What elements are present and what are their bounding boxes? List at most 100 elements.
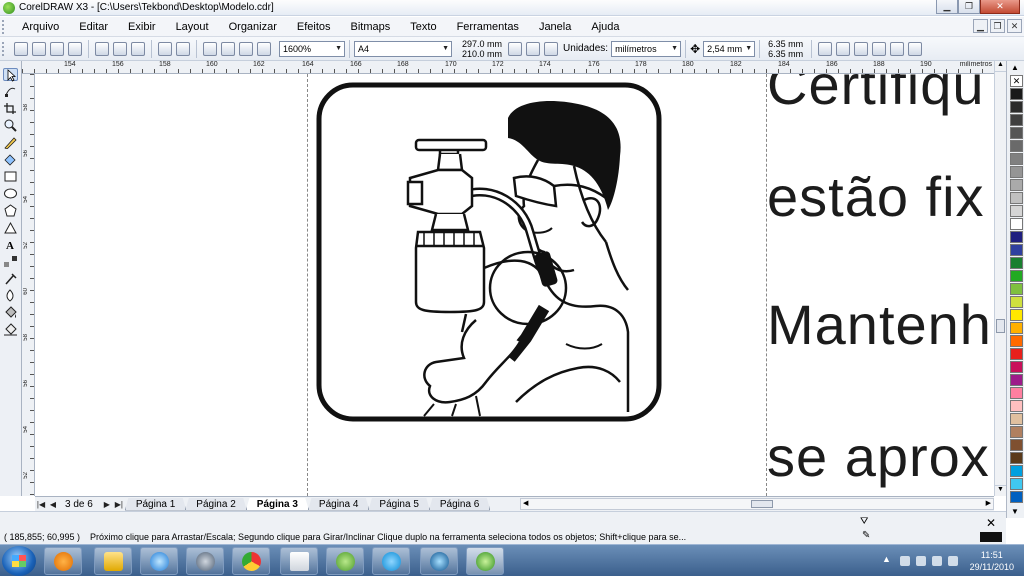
page-tab-5[interactable]: Página 5 [368, 497, 430, 511]
chrome-icon[interactable] [232, 547, 270, 575]
application-launcher-icon[interactable] [239, 41, 253, 56]
pick-tool-icon[interactable] [3, 68, 18, 82]
drawing-canvas[interactable]: Certifiqu estão fix Mantenh se aprox [35, 74, 994, 496]
menu-layout[interactable]: Layout [166, 17, 219, 37]
contacts-icon[interactable] [326, 547, 364, 575]
paper-size-combo[interactable]: A4 [354, 40, 452, 57]
windows-explorer-icon[interactable] [94, 547, 132, 575]
interactive-blend-tool-icon[interactable] [3, 255, 18, 268]
next-page-icon[interactable]: ▶ [101, 500, 113, 509]
palette-swatch[interactable] [1010, 192, 1023, 204]
canvas-text-line[interactable]: Certifiqu [767, 74, 985, 117]
palette-swatch[interactable] [1010, 218, 1023, 230]
palette-swatch[interactable] [1010, 348, 1023, 360]
undo-icon[interactable] [158, 41, 172, 56]
volume-icon[interactable] [932, 556, 942, 566]
restore-button[interactable]: ❐ [958, 0, 980, 14]
menu-organizar[interactable]: Organizar [219, 17, 287, 37]
treat-as-filled-icon[interactable] [836, 41, 851, 56]
fill-tool-icon[interactable] [3, 306, 18, 319]
menu-editar[interactable]: Editar [69, 17, 118, 37]
network-icon[interactable] [916, 556, 926, 566]
import-icon[interactable] [203, 41, 217, 56]
palette-swatch[interactable] [1010, 478, 1023, 490]
text-tool-icon[interactable]: A [3, 238, 18, 252]
page-tab-6[interactable]: Página 6 [428, 497, 491, 511]
palette-swatch[interactable] [1010, 166, 1023, 178]
fill-outline-indicator[interactable]: ✕ [980, 517, 1002, 542]
page-tab-1[interactable]: Página 1 [124, 497, 187, 511]
zoom-tool-icon[interactable] [3, 119, 18, 132]
palette-swatch[interactable] [1010, 387, 1023, 399]
export-icon[interactable] [221, 41, 235, 56]
close-button[interactable]: ✕ [980, 0, 1020, 14]
coreldraw-app-icon[interactable] [3, 1, 15, 14]
ellipse-tool-icon[interactable] [3, 187, 18, 200]
copy-icon[interactable] [113, 41, 127, 56]
palette-swatch[interactable] [1010, 322, 1023, 334]
page-width-field[interactable]: 297.0 mm [462, 39, 502, 49]
action-center-icon[interactable] [948, 556, 958, 566]
internet-explorer-icon[interactable] [140, 547, 178, 575]
palette-swatch[interactable] [1010, 296, 1023, 308]
save-icon[interactable] [50, 41, 64, 56]
interactive-fill-tool-icon[interactable] [3, 323, 18, 336]
crop-tool-icon[interactable] [3, 102, 18, 115]
scroll-thumb[interactable] [751, 500, 773, 508]
clock[interactable]: 11:51 29/11/2010 [970, 549, 1014, 573]
page-options-icon[interactable] [872, 41, 887, 56]
landscape-icon[interactable] [526, 41, 541, 56]
palette-swatch[interactable] [1010, 231, 1023, 243]
toolbar-grip[interactable] [2, 41, 6, 56]
palette-scroll-down-icon[interactable]: ▼ [1011, 507, 1019, 516]
palette-swatch[interactable] [1010, 88, 1023, 100]
open-icon[interactable] [32, 41, 46, 56]
first-page-icon[interactable]: |◀ [35, 500, 47, 509]
draw-objects-icon[interactable] [854, 41, 869, 56]
palette-swatch[interactable] [1010, 205, 1023, 217]
units-combo[interactable]: milímetros [611, 40, 682, 57]
menu-exibir[interactable]: Exibir [118, 17, 166, 37]
palette-swatch[interactable] [1010, 179, 1023, 191]
snap-icon[interactable] [818, 41, 833, 56]
scroll-left-icon[interactable]: ◀ [523, 499, 528, 507]
fax-scan-icon[interactable] [280, 547, 318, 575]
menu-texto[interactable]: Texto [400, 17, 446, 37]
polygon-tool-icon[interactable] [3, 204, 18, 217]
no-color-swatch-icon[interactable]: ✕ [1010, 75, 1023, 87]
freehand-tool-icon[interactable] [3, 136, 18, 150]
menu-ferramentas[interactable]: Ferramentas [447, 17, 529, 37]
cut-icon[interactable] [95, 41, 109, 56]
palette-swatch[interactable] [1010, 426, 1023, 438]
palette-swatch[interactable] [1010, 257, 1023, 269]
page-tab-2[interactable]: Página 2 [185, 497, 247, 511]
canvas-text-line[interactable]: estão fix [767, 164, 985, 229]
coreldraw-taskbar-icon[interactable] [466, 547, 504, 575]
canvas-text-line[interactable]: se aprox [767, 424, 990, 489]
scroll-down-icon[interactable]: ▼ [995, 485, 1006, 496]
palette-swatch[interactable] [1010, 491, 1023, 503]
horizontal-scrollbar[interactable]: ◀ ▶ [520, 498, 994, 510]
palette-swatch[interactable] [1010, 465, 1023, 477]
safety-pictogram[interactable] [316, 82, 662, 422]
palette-swatch[interactable] [1010, 452, 1023, 464]
windows-media-player-icon[interactable] [44, 547, 82, 575]
menu-grip[interactable] [2, 19, 6, 34]
scroll-thumb[interactable] [996, 319, 1005, 333]
tray-app-icon[interactable] [900, 556, 910, 566]
paste-icon[interactable] [131, 41, 145, 56]
palette-swatch[interactable] [1010, 114, 1023, 126]
smart-fill-tool-icon[interactable] [3, 153, 18, 166]
palette-swatch[interactable] [1010, 413, 1023, 425]
page-tab-4[interactable]: Página 4 [307, 497, 370, 511]
messenger-icon[interactable] [186, 547, 224, 575]
menu-ajuda[interactable]: Ajuda [581, 17, 629, 37]
options-icon[interactable] [908, 41, 923, 56]
palette-swatch[interactable] [1010, 283, 1023, 295]
vertical-scrollbar[interactable]: ▲ ▼ [994, 61, 1006, 496]
rectangle-tool-icon[interactable] [3, 170, 18, 183]
doc-restore-button[interactable]: ❐ [990, 19, 1005, 33]
palette-swatch[interactable] [1010, 439, 1023, 451]
last-page-icon[interactable]: ▶| [113, 500, 125, 509]
scroll-up-icon[interactable]: ▲ [995, 61, 1006, 72]
